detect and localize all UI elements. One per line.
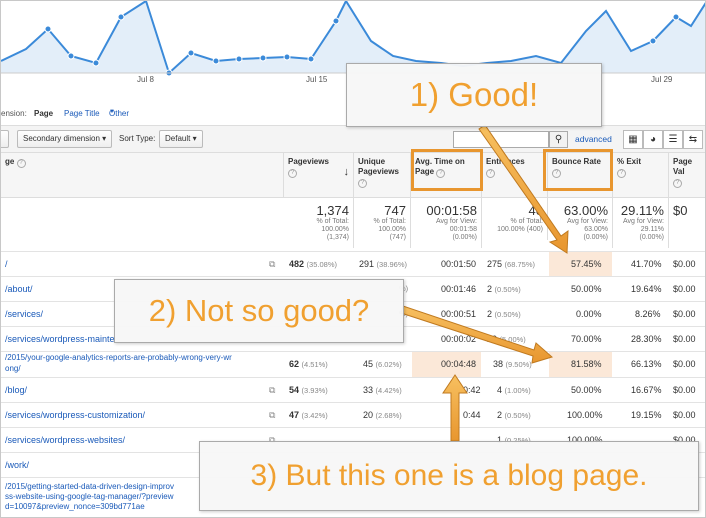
callout-not-so-good: 2) Not so good? <box>114 279 404 343</box>
page-link[interactable]: /2015/your-google-analytics-reports-are-… <box>5 353 232 362</box>
chart-point <box>92 59 100 67</box>
chart-point <box>259 54 267 62</box>
open-page-icon[interactable]: ⧉ <box>269 410 275 421</box>
chevron-down-icon: ▾ <box>192 134 197 143</box>
help-icon: ? <box>16 159 26 168</box>
chart-point <box>44 25 52 33</box>
advanced-filter-link[interactable]: advanced <box>575 134 612 144</box>
page-link[interactable]: / <box>5 259 8 269</box>
dimension-page[interactable]: Page <box>34 109 53 118</box>
data-view-button[interactable]: ▦ <box>623 130 643 149</box>
page-link[interactable]: /work/ <box>5 460 29 470</box>
compare-icon: ⇆ <box>688 134 698 145</box>
page-link[interactable]: /services/ <box>5 309 43 319</box>
axis-label: Jul 29 <box>651 75 673 84</box>
sort-arrow-icon: ↓ <box>343 166 350 178</box>
sort-type-label: Sort Type: <box>119 134 156 143</box>
header-unique-pageviews[interactable]: Unique Pageviews? <box>354 153 411 197</box>
callout-good: 1) Good! <box>346 63 602 127</box>
secondary-dimension-button[interactable]: Secondary dimension ▾ <box>17 130 113 148</box>
header-page[interactable]: ge ? <box>1 153 284 197</box>
pie-icon: ◕ <box>649 134 657 145</box>
total-entrances: 40% of Total: 100.00% (400) <box>482 198 548 240</box>
open-page-icon[interactable]: ⧉ <box>269 385 275 396</box>
chart-point <box>307 55 315 63</box>
plot-rows-button[interactable] <box>1 130 9 148</box>
page-link-continued[interactable]: d=10097&preview_nonce=309bd771ae <box>5 502 145 511</box>
totals-row: 1,374% of Total: 100.00% (1,374) 747% of T… <box>1 197 705 251</box>
chevron-down-icon: ▼ <box>109 109 115 115</box>
table-row[interactable]: /services/wordpress-customization/ ⧉ 47 … <box>1 402 705 427</box>
page-link[interactable]: /blog/ <box>5 385 27 395</box>
bounce-rate-highlight <box>543 149 613 191</box>
table-row[interactable]: /2015/your-google-analytics-reports-are-… <box>1 351 705 377</box>
help-icon: ? <box>358 179 367 188</box>
total-avg-time: 00:01:58 Avg for View: 00:01:58 (0.00%) <box>411 198 482 248</box>
comparison-view-button[interactable]: ⇆ <box>683 130 703 149</box>
page-link[interactable]: /services/wordpress-mainte <box>5 334 115 344</box>
chart-point <box>332 17 340 25</box>
page-link-continued[interactable]: ong/ <box>5 364 21 373</box>
bar-icon: ☰ <box>668 134 678 145</box>
performance-view-button[interactable]: ☰ <box>663 130 683 149</box>
chevron-down-icon: ▾ <box>102 134 107 143</box>
primary-dimension-label: ension: <box>1 109 27 118</box>
chart-point <box>672 13 680 21</box>
page-link[interactable]: /services/wordpress-customization/ <box>5 410 145 420</box>
callout-blog-page: 3) But this one is a blog page. <box>199 441 699 511</box>
chart-point <box>649 37 657 45</box>
grid-icon: ▦ <box>628 134 638 145</box>
avg-time-highlight <box>411 149 483 191</box>
chart-point <box>212 57 220 65</box>
help-icon: ? <box>617 169 626 178</box>
help-icon: ? <box>673 179 682 188</box>
total-page-value: $0 <box>669 198 705 224</box>
total-bounce-rate: 63.00% Avg for View: 63.00% (0.00%) <box>548 198 613 248</box>
header-exit[interactable]: % Exit? <box>613 153 669 197</box>
chart-point <box>67 52 75 60</box>
help-icon: ? <box>486 169 495 178</box>
axis-label: Jul 15 <box>306 75 328 84</box>
header-entrances[interactable]: Entrances? <box>482 153 548 197</box>
total-unique: 747% of Total: 100.00% (747) <box>354 198 411 248</box>
open-page-icon[interactable]: ⧉ <box>269 259 275 270</box>
percentage-view-button[interactable]: ◕ <box>643 130 663 149</box>
page-link[interactable]: /2015/getting-started-data-driven-design… <box>5 482 174 491</box>
chart-point <box>117 13 125 21</box>
page-link[interactable]: /services/wordpress-websites/ <box>5 435 125 445</box>
axis-label: Jul 8 <box>137 75 154 84</box>
table-row[interactable]: /blog/ ⧉ 54 (3.93%) 33 (4.42%) 0:42 4 (1… <box>1 377 705 402</box>
chart-point <box>235 55 243 63</box>
total-pageviews: 1,374% of Total: 100.00% (1,374) <box>284 198 354 248</box>
header-page-value[interactable]: Page Val? <box>669 153 705 197</box>
analytics-screenshot: Jul 8 Jul 15 Jul 29 ension: Page Page Ti… <box>0 0 706 518</box>
total-exit: 29.11% Avg for View: 29.11% (0.00%) <box>613 198 669 248</box>
chart-point <box>283 53 291 61</box>
page-link-continued[interactable]: ss-website-using-google-tag-manager/?pre… <box>5 492 174 501</box>
table-row[interactable]: / ⧉ 482 (35.08%) 291 (38.96%) 00:01:50 2… <box>1 251 705 276</box>
chart-point <box>187 49 195 57</box>
sort-type-select[interactable]: Default ▾ <box>159 130 203 148</box>
dimension-page-title[interactable]: Page Title <box>64 109 100 118</box>
search-icon: ⚲ <box>554 134 563 145</box>
page-link[interactable]: /about/ <box>5 284 33 294</box>
help-icon: ? <box>288 169 297 178</box>
search-button[interactable]: ⚲ <box>549 131 568 148</box>
header-pageviews[interactable]: Pageviews? ↓ <box>284 153 354 197</box>
table-search-input[interactable] <box>453 131 549 148</box>
